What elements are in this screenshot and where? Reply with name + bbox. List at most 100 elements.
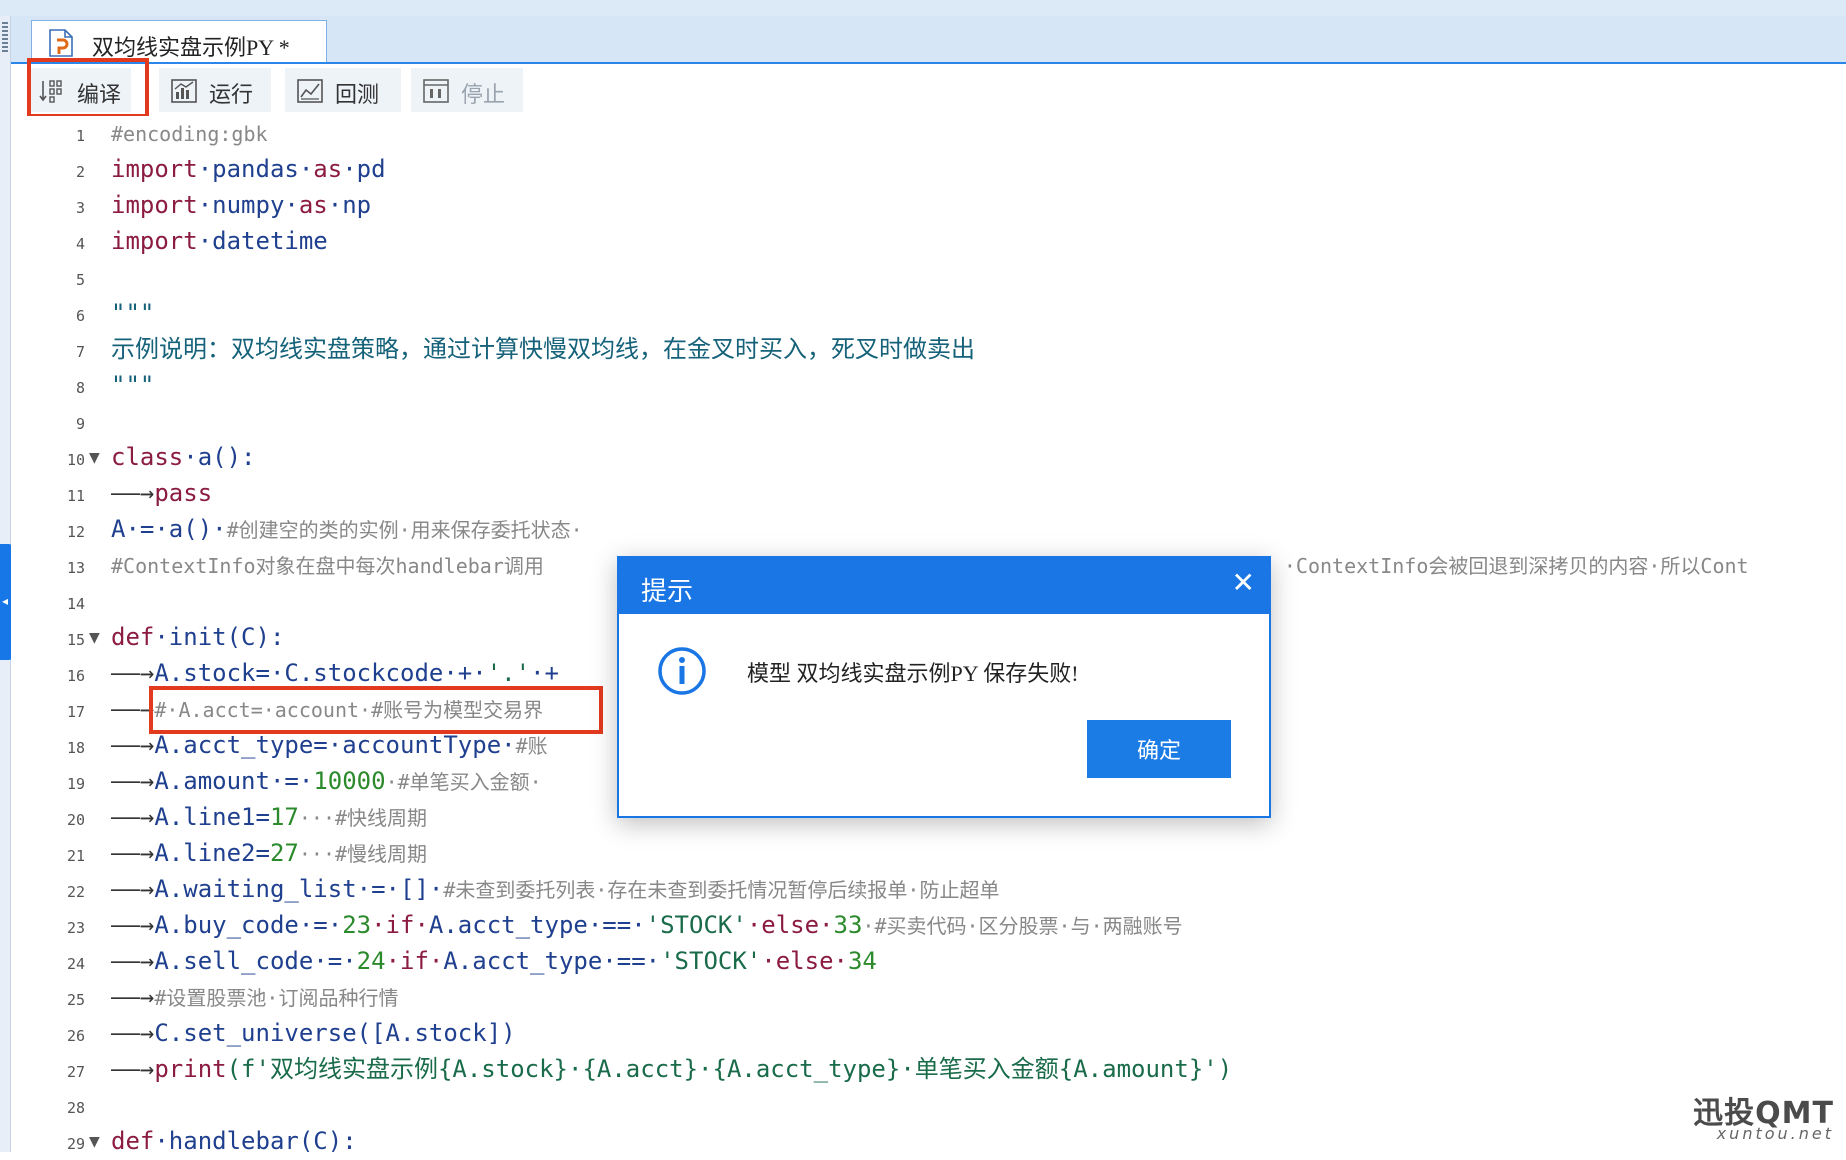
fold-toggle-icon[interactable]: ▼ <box>89 1134 100 1150</box>
code-line: 26 ——→C.set_universe([A.stock]) <box>11 1016 1846 1052</box>
keyword: class <box>111 443 184 471</box>
line-number: 20 <box>66 811 85 829</box>
tab-arrow: ——→ <box>111 695 155 723</box>
string-literal: 'STOCK' <box>645 911 747 939</box>
comment-text: #设置股票池·订阅品种行情 <box>154 986 399 1010</box>
line-number: 7 <box>75 343 85 361</box>
identifier: A·=·a()· <box>111 515 227 543</box>
line-number: 27 <box>66 1063 85 1081</box>
identifier: A.acct_type=·accountType· <box>154 731 516 759</box>
save-failed-dialog: 提示 ✕ 模型 双均线实盘示例PY 保存失败! 确定 <box>617 556 1271 818</box>
window-top-strip <box>0 0 1846 17</box>
line-number: 19 <box>66 775 85 793</box>
tab-arrow: ——→ <box>111 983 155 1011</box>
code-line: 6 """ <box>11 296 1846 332</box>
code-line: 12 A·=·a()·#创建空的类的实例·用来保存委托状态· <box>11 512 1846 548</box>
code-text: import·datetime <box>111 226 328 256</box>
code-text: """ <box>111 299 155 327</box>
identifier: ·np <box>327 191 372 219</box>
chevron-left-icon: ◂ <box>2 594 9 608</box>
line-number: 24 <box>66 955 85 973</box>
fold-toggle-icon[interactable]: ▼ <box>89 630 100 646</box>
code-line: 8 """ <box>11 368 1846 404</box>
comment-text: ···#慢线周期 <box>298 842 428 866</box>
tab-bar: 双均线实盘示例PY * <box>11 16 1846 64</box>
tab-strategy-file[interactable]: 双均线实盘示例PY * <box>31 20 327 62</box>
fold-toggle-icon[interactable]: ▼ <box>89 450 100 466</box>
tab-arrow: ——→ <box>111 803 155 831</box>
info-icon <box>658 647 706 695</box>
keyword: import <box>111 227 198 255</box>
code-line: 23 ——→A.buy_code·=·23·if·A.acct_type·==·… <box>11 908 1846 944</box>
number-literal: 23 <box>342 911 372 939</box>
line-number: 3 <box>75 199 85 217</box>
number-literal: 34 <box>847 947 877 975</box>
code-line: 5 <box>11 260 1846 296</box>
code-text: #encoding:gbk <box>111 118 268 149</box>
code-text: """ <box>111 371 155 399</box>
backtest-label: 回测 <box>335 83 380 108</box>
string-literal: '.' <box>486 659 531 687</box>
python-file-icon <box>49 29 73 57</box>
stop-button[interactable]: 停止 <box>411 68 523 112</box>
close-icon[interactable]: ✕ <box>1232 568 1255 598</box>
dialog-header: 提示 ✕ <box>619 558 1269 614</box>
line-number: 14 <box>66 595 85 613</box>
line-number: 18 <box>66 739 85 757</box>
tab-arrow: ——→ <box>111 659 155 687</box>
identifier: A.acct_type·==· <box>428 911 646 939</box>
keyword: ·if· <box>385 947 444 975</box>
line-number: 28 <box>66 1099 85 1117</box>
watermark-url: xuntou.net <box>1716 1124 1834 1143</box>
keyword: def <box>111 623 155 651</box>
identifier: A.amount·=· <box>154 767 314 795</box>
identifier: ·pandas· <box>197 155 314 183</box>
keyword: as <box>313 155 343 183</box>
grip-handle-icon[interactable] <box>2 22 8 52</box>
code-line: 9 <box>11 404 1846 440</box>
number-literal: 33 <box>833 911 863 939</box>
tab-arrow: ——→ <box>111 479 155 507</box>
code-text: import·pandas·as·pd <box>111 154 386 184</box>
identifier: ·init(C): <box>154 623 285 651</box>
highlight-box-acct-line <box>149 686 603 734</box>
identifier: A.waiting_list·=·[]· <box>154 875 444 903</box>
number-literal: 17 <box>269 803 299 831</box>
number-literal: 10000 <box>313 767 386 795</box>
identifier: A.line1= <box>154 803 270 831</box>
stop-icon <box>423 79 449 103</box>
backtest-button[interactable]: 回测 <box>285 68 401 112</box>
code-line: 11 ——→pass <box>11 476 1846 512</box>
run-label: 运行 <box>209 83 254 108</box>
line-number: 21 <box>66 847 85 865</box>
comment-text: #账 <box>515 734 548 758</box>
identifier: A.line2= <box>154 839 270 867</box>
line-number: 23 <box>66 919 85 937</box>
tab-arrow: ——→ <box>111 911 155 939</box>
comment-text: #encoding:gbk <box>111 122 268 146</box>
code-text: ——→A.line1=17···#快线周期 <box>111 802 427 833</box>
line-number: 12 <box>66 523 85 541</box>
string-literal: (f'双均线实盘示例{A.stock}·{A.acct}·{A.acct_typ… <box>226 1055 1233 1083</box>
code-text: A·=·a()·#创建空的类的实例·用来保存委托状态· <box>111 514 583 545</box>
code-text: ——→A.waiting_list·=·[]·#未查到委托列表·存在未查到委托情… <box>111 874 999 905</box>
code-line: 4 import·datetime <box>11 224 1846 260</box>
keyword: print <box>154 1055 227 1083</box>
backtest-icon <box>297 79 323 103</box>
ok-button[interactable]: 确定 <box>1087 720 1231 778</box>
code-text: class·a(): <box>111 442 256 472</box>
code-text: ——→A.acct_type=·accountType·#账 <box>111 730 548 761</box>
dialog-message: 模型 双均线实盘示例PY 保存失败! <box>747 661 1079 686</box>
line-number: 17 <box>66 703 85 721</box>
code-text: ——→C.set_universe([A.stock]) <box>111 1018 516 1048</box>
code-line: 25 ——→#设置股票池·订阅品种行情 <box>11 980 1846 1016</box>
code-text: ——→print(f'双均线实盘示例{A.stock}·{A.acct}·{A.… <box>111 1054 1232 1084</box>
comment-text: ·#单笔买入金额· <box>385 770 542 794</box>
keyword: import <box>111 191 198 219</box>
run-button[interactable]: 运行 <box>159 68 271 112</box>
line-number: 13 <box>66 559 85 577</box>
identifier: ·+ <box>530 659 559 687</box>
line-number: 10 <box>66 451 85 469</box>
tab-arrow: ——→ <box>111 1019 155 1047</box>
code-line: 7 示例说明：双均线实盘策略，通过计算快慢双均线，在金叉时买入，死叉时做卖出 <box>11 332 1846 368</box>
